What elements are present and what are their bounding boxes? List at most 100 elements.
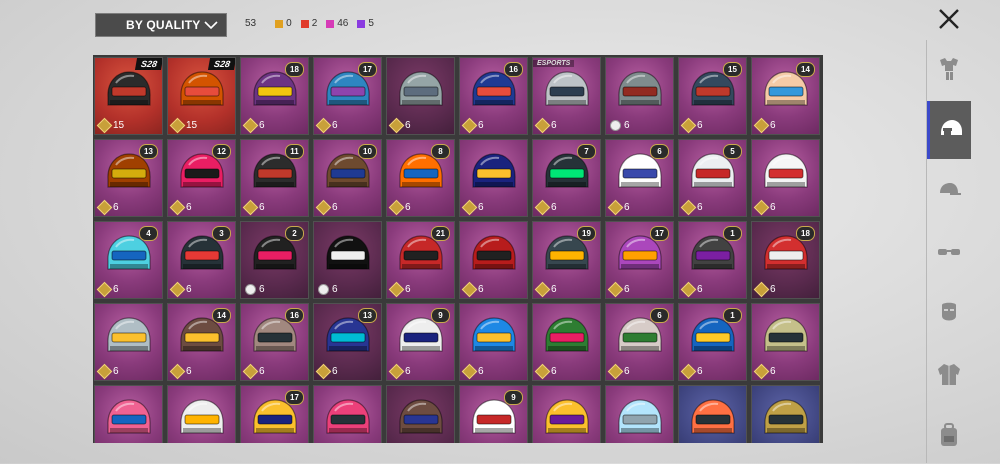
- helmet-item-tile[interactable]: 10 6: [313, 139, 382, 217]
- helmet-item-tile[interactable]: S28 15: [167, 57, 236, 135]
- quantity-value: 6: [551, 284, 557, 295]
- helmet-item-tile[interactable]: [678, 385, 747, 443]
- helmet-illustration-icon: [545, 71, 589, 106]
- helmet-item-tile[interactable]: [605, 385, 674, 443]
- helmet-item-tile[interactable]: 66: [605, 303, 674, 381]
- helmet-item-tile[interactable]: 17 6: [605, 221, 674, 299]
- helmet-item-tile[interactable]: 6: [532, 303, 601, 381]
- helmet-image: [540, 313, 594, 359]
- quantity-value: 6: [697, 284, 703, 295]
- helmet-item-tile[interactable]: 26: [240, 221, 309, 299]
- quantity: 6: [534, 117, 557, 134]
- helmet-item-tile[interactable]: 6: [386, 57, 455, 135]
- quality-diamond-icon: [96, 363, 113, 380]
- helmet-item-tile[interactable]: 76: [532, 139, 601, 217]
- helmet-item-tile[interactable]: 16 6: [240, 303, 309, 381]
- helmet-item-tile[interactable]: 6: [459, 221, 528, 299]
- count-pink: 46: [326, 18, 348, 29]
- sidebar-item-helmet[interactable]: [927, 101, 971, 159]
- quality-diamond-icon: [461, 281, 478, 298]
- sidebar-item-mask[interactable]: [927, 284, 971, 342]
- helmet-item-tile[interactable]: [532, 385, 601, 443]
- quantity-value: 6: [259, 120, 265, 131]
- sidebar-item-glasses[interactable]: [927, 223, 971, 281]
- quantity: 6: [318, 284, 338, 295]
- quantity-value: 6: [405, 366, 411, 377]
- quantity-value: 6: [332, 202, 338, 213]
- helmet-item-tile[interactable]: 19 6: [532, 221, 601, 299]
- helmet-item-tile[interactable]: [313, 385, 382, 443]
- helmet-illustration-icon: [545, 399, 589, 434]
- sort-dropdown[interactable]: BY QUALITY: [95, 13, 227, 37]
- helmet-item-tile[interactable]: 16 6: [459, 57, 528, 135]
- helmet-illustration-icon: [326, 399, 370, 434]
- level-badge: 17: [650, 226, 669, 241]
- quality-diamond-icon: [169, 281, 186, 298]
- helmet-item-tile[interactable]: 6: [751, 303, 820, 381]
- helmet-item-tile[interactable]: 46: [94, 221, 163, 299]
- helmet-item-tile[interactable]: [751, 385, 820, 443]
- level-badge: 16: [285, 308, 304, 323]
- helmet-item-tile[interactable]: [94, 385, 163, 443]
- helmet-item-tile[interactable]: 66: [605, 139, 674, 217]
- helmet-item-tile[interactable]: 17 6: [313, 57, 382, 135]
- helmet-item-tile[interactable]: 16: [678, 303, 747, 381]
- helmet-item-tile[interactable]: S28 15: [94, 57, 163, 135]
- sidebar-item-cap[interactable]: [927, 162, 971, 220]
- quantity: 6: [607, 363, 630, 380]
- helmet-item-tile[interactable]: 16: [678, 221, 747, 299]
- helmet-item-tile[interactable]: ESPORTS 6: [532, 57, 601, 135]
- helmet-item-tile[interactable]: 12 6: [167, 139, 236, 217]
- quantity-value: 6: [405, 202, 411, 213]
- quantity: 6: [461, 281, 484, 298]
- helmet-illustration-icon: [107, 71, 151, 106]
- sidebar-item-outfit[interactable]: [927, 40, 971, 98]
- helmet-item-tile[interactable]: 6: [459, 303, 528, 381]
- quality-diamond-icon: [753, 281, 770, 298]
- item-grid-panel: S28 15 S28 15 18 6 17 6 6 16 6 ESPORTS 6 6 15 6 14 6 13 6 12…: [93, 55, 823, 443]
- level-badge: 16: [504, 62, 523, 77]
- helmet-item-tile[interactable]: 17: [240, 385, 309, 443]
- cloud-icon: [318, 284, 329, 295]
- helmet-item-tile[interactable]: 96: [386, 303, 455, 381]
- helmet-item-tile[interactable]: 6: [459, 139, 528, 217]
- helmet-item-tile[interactable]: 14 6: [751, 57, 820, 135]
- helmet-item-tile[interactable]: 11 6: [240, 139, 309, 217]
- helmet-illustration-icon: [107, 399, 151, 434]
- helmet-item-tile[interactable]: [386, 385, 455, 443]
- quality-diamond-icon: [680, 117, 697, 134]
- sidebar-item-jacket[interactable]: [927, 345, 971, 403]
- helmet-item-tile[interactable]: 14 6: [167, 303, 236, 381]
- helmet-item-tile[interactable]: 86: [386, 139, 455, 217]
- close-icon[interactable]: [936, 6, 962, 32]
- helmet-item-tile[interactable]: 18 6: [240, 57, 309, 135]
- quantity-value: 6: [624, 284, 630, 295]
- helmet-item-tile[interactable]: 6: [313, 221, 382, 299]
- quantity-value: 6: [624, 366, 630, 377]
- quality-diamond-icon: [534, 199, 551, 216]
- cloud-icon: [245, 284, 256, 295]
- quantity-value: 6: [405, 284, 411, 295]
- helmet-item-tile[interactable]: 21 6: [386, 221, 455, 299]
- red-swatch: [300, 19, 309, 28]
- helmet-item-tile[interactable]: 18 6: [751, 221, 820, 299]
- sidebar-item-backpack[interactable]: [927, 406, 971, 464]
- helmet-item-tile[interactable]: 6: [94, 303, 163, 381]
- helmet-illustration-icon: [618, 399, 662, 434]
- helmet-image: [613, 67, 667, 113]
- helmet-illustration-icon: [399, 399, 443, 434]
- helmet-image: [102, 313, 156, 359]
- helmet-item-tile[interactable]: 6: [605, 57, 674, 135]
- helmet-image: [394, 395, 448, 441]
- quality-diamond-icon: [169, 117, 186, 134]
- helmet-item-tile[interactable]: 56: [678, 139, 747, 217]
- helmet-item-tile[interactable]: [167, 385, 236, 443]
- helmet-item-tile[interactable]: 6: [751, 139, 820, 217]
- quantity-value: 6: [551, 120, 557, 131]
- helmet-item-tile[interactable]: 13 6: [313, 303, 382, 381]
- helmet-item-tile[interactable]: 36: [167, 221, 236, 299]
- helmet-item-tile[interactable]: 9: [459, 385, 528, 443]
- helmet-item-tile[interactable]: 15 6: [678, 57, 747, 135]
- glasses-icon: [938, 249, 960, 255]
- helmet-item-tile[interactable]: 13 6: [94, 139, 163, 217]
